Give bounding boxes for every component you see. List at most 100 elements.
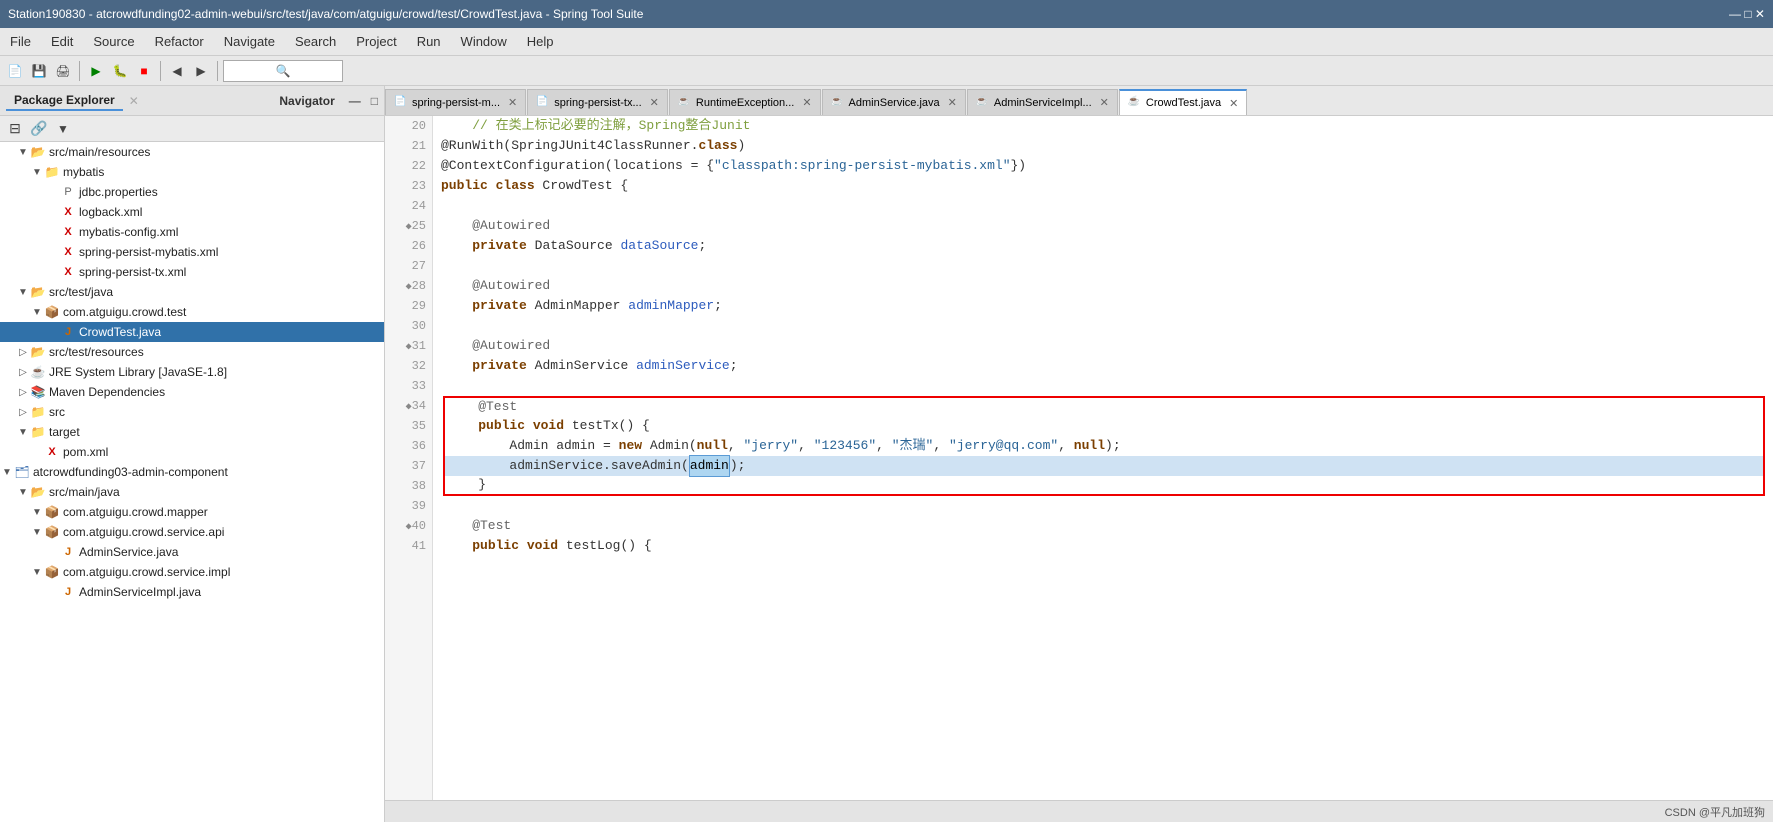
sidebar-menu[interactable]: ▼ [52,118,74,140]
menu-edit[interactable]: Edit [41,30,83,53]
tree-item-9[interactable]: JCrowdTest.java [0,322,384,342]
tab-close-1[interactable]: ✕ [650,96,659,109]
editor-tab-3[interactable]: ☕AdminService.java✕ [822,89,966,115]
tab-close-5[interactable]: ✕ [1229,97,1238,110]
tree-arrow-1: ▼ [30,167,44,178]
code-line-31: @Autowired [441,336,1765,356]
tree-icon-16: 🗂 [14,464,30,480]
tab-icon-3: ☕ [831,96,845,110]
toolbar-forward[interactable]: ▶ [190,60,212,82]
sidebar-tree-container[interactable]: ▼📂src/main/resources▼📁mybatis Pjdbc.prop… [0,142,384,822]
tree-item-10[interactable]: ▷📂src/test/resources [0,342,384,362]
tree-icon-4: X [60,224,76,240]
sidebar: Package Explorer ✕ Navigator — □ ⊟ 🔗 ▼ ▼… [0,86,385,822]
toolbar-new[interactable]: 📄 [4,60,26,82]
tree-label-16: atcrowdfunding03-admin-component [33,465,228,479]
toolbar-print[interactable]: 🖨 [52,60,74,82]
editor-tab-4[interactable]: ☕AdminServiceImpl...✕ [967,89,1118,115]
tab-close-4[interactable]: ✕ [1100,96,1109,109]
menu-source[interactable]: Source [83,30,144,53]
tab-close-2[interactable]: ✕ [802,96,811,109]
code-content[interactable]: // 在类上标记必要的注解，Spring整合Junit@RunWith(Spri… [433,116,1773,800]
menu-navigate[interactable]: Navigate [214,30,285,53]
menu-file[interactable]: File [0,30,41,53]
toolbar-stop[interactable]: ■ [133,60,155,82]
menu-search[interactable]: Search [285,30,346,53]
line-num-24: 24 [391,196,426,216]
tree-item-13[interactable]: ▷📁src [0,402,384,422]
tree-item-21[interactable]: ▼📦com.atguigu.crowd.service.impl [0,562,384,582]
tree-label-18: com.atguigu.crowd.mapper [63,505,208,519]
line-numbers: 2021222324◆252627◆282930◆313233◆34353637… [385,116,433,800]
tree-label-7: src/test/java [49,285,113,299]
tree-icon-10: 📂 [30,344,46,360]
tree-arrow-8: ▼ [30,307,44,318]
tree-item-6[interactable]: Xspring-persist-tx.xml [0,262,384,282]
toolbar-back[interactable]: ◀ [166,60,188,82]
tree-item-15[interactable]: Xpom.xml [0,442,384,462]
toolbar-debug[interactable]: 🐛 [109,60,131,82]
tab-icon-2: ☕ [678,96,692,110]
tree-arrow-17: ▼ [16,487,30,498]
editor-tab-0[interactable]: 📄spring-persist-m...✕ [385,89,526,115]
tree-arrow-19: ▼ [30,527,44,538]
tree-item-2[interactable]: Pjdbc.properties [0,182,384,202]
code-line-27 [441,256,1765,276]
tree-label-1: mybatis [63,165,104,179]
tree-label-4: mybatis-config.xml [79,225,178,239]
tree-item-22[interactable]: JAdminServiceImpl.java [0,582,384,602]
sidebar-link-editor[interactable]: 🔗 [28,118,50,140]
tree-item-18[interactable]: ▼📦com.atguigu.crowd.mapper [0,502,384,522]
tree-label-6: spring-persist-tx.xml [79,265,186,279]
line-num-27: 27 [391,256,426,276]
tree-item-4[interactable]: Xmybatis-config.xml [0,222,384,242]
tree-item-16[interactable]: ▼🗂atcrowdfunding03-admin-component [0,462,384,482]
line-num-41: 41 [391,536,426,556]
toolbar-run[interactable]: ▶ [85,60,107,82]
menu-help[interactable]: Help [517,30,564,53]
tree-item-12[interactable]: ▷📚Maven Dependencies [0,382,384,402]
tree-arrow-18: ▼ [30,507,44,518]
tree-item-5[interactable]: Xspring-persist-mybatis.xml [0,242,384,262]
tree-item-8[interactable]: ▼📦com.atguigu.crowd.test [0,302,384,322]
tab-package-explorer[interactable]: Package Explorer [6,91,123,111]
editor-tab-2[interactable]: ☕RuntimeException...✕ [669,89,821,115]
tree-label-9: CrowdTest.java [79,325,161,339]
tree-item-17[interactable]: ▼📂src/main/java [0,482,384,502]
menu-run[interactable]: Run [407,30,451,53]
editor-tab-5[interactable]: ☕CrowdTest.java✕ [1119,89,1247,115]
toolbar-search-input[interactable]: 🔍 [223,60,343,82]
tree-item-7[interactable]: ▼📂src/test/java [0,282,384,302]
line-num-38: 38 [391,476,426,496]
sidebar-minimize[interactable]: — [349,94,361,108]
tree-item-14[interactable]: ▼📁target [0,422,384,442]
title-bar: Station190830 - atcrowdfunding02-admin-w… [0,0,1773,28]
tab-close-3[interactable]: ✕ [948,96,957,109]
editor-tab-1[interactable]: 📄spring-persist-tx...✕ [527,89,668,115]
tree-item-1[interactable]: ▼📁mybatis [0,162,384,182]
menu-window[interactable]: Window [451,30,517,53]
tree-icon-20: J [60,544,76,560]
sidebar-collapse-all[interactable]: ⊟ [4,118,26,140]
sidebar-maximize[interactable]: □ [371,94,378,108]
tree-icon-18: 📦 [44,504,60,520]
tree-arrow-21: ▼ [30,567,44,578]
tab-close-0[interactable]: ✕ [508,96,517,109]
tab-navigator[interactable]: Navigator [271,92,342,110]
tree-item-11[interactable]: ▷☕JRE System Library [JavaSE-1.8] [0,362,384,382]
tree-item-19[interactable]: ▼📦com.atguigu.crowd.service.api [0,522,384,542]
tree-icon-0: 📂 [30,144,46,160]
tree-label-11: JRE System Library [JavaSE-1.8] [49,365,227,379]
toolbar-save[interactable]: 💾 [28,60,50,82]
tree-icon-1: 📁 [44,164,60,180]
tree-icon-19: 📦 [44,524,60,540]
line-num-32: 32 [391,356,426,376]
menu-project[interactable]: Project [346,30,406,53]
line-num-34: ◆34 [391,396,426,416]
tree-item-20[interactable]: JAdminService.java [0,542,384,562]
tree-item-3[interactable]: Xlogback.xml [0,202,384,222]
tree-item-0[interactable]: ▼📂src/main/resources [0,142,384,162]
code-container[interactable]: 2021222324◆252627◆282930◆313233◆34353637… [385,116,1773,800]
tab-label-5: CrowdTest.java [1146,97,1221,109]
menu-refactor[interactable]: Refactor [145,30,214,53]
